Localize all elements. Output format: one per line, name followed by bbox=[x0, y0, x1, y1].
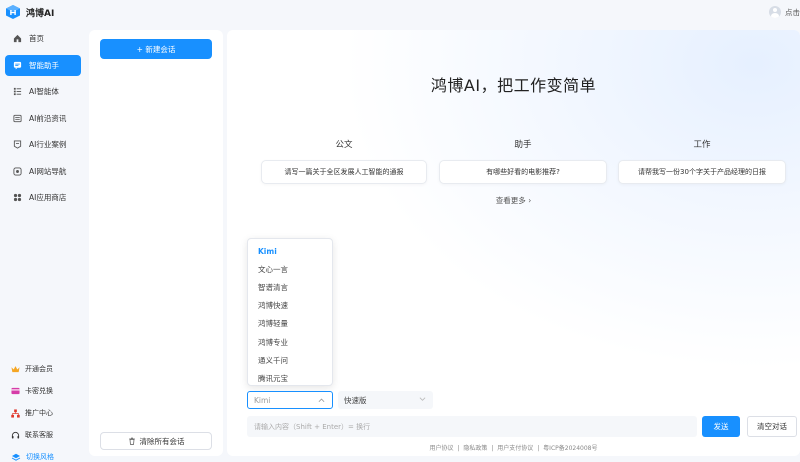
chevron-up-icon bbox=[318, 398, 325, 403]
model-dropdown: Kimi 文心一言 智谱清言 鸿博快速 鸿博轻量 鸿博专业 通义千问 腾讯元宝 bbox=[247, 238, 333, 386]
nav-item-store[interactable]: AI应用商店 bbox=[5, 187, 81, 208]
footer-link-terms[interactable]: 用户协议 bbox=[430, 445, 454, 452]
bottom-item-label: 切换风格 bbox=[26, 453, 54, 461]
nav-item-agents[interactable]: AI智能体 bbox=[5, 81, 81, 102]
user-login[interactable]: 点击 bbox=[769, 6, 800, 18]
model-select[interactable]: Kimi bbox=[247, 391, 333, 409]
chat-icon bbox=[13, 61, 22, 70]
category-title-document: 公文 bbox=[335, 140, 353, 150]
category-title-assistant: 助手 bbox=[514, 140, 532, 150]
nav-item-label: AI网站导航 bbox=[29, 166, 67, 176]
view-more-label: 查看更多 bbox=[495, 196, 526, 205]
version-select[interactable]: 快速版 bbox=[338, 391, 433, 409]
main-nav: 首页 智能助手 AI智能体 AI前沿资讯 AI行业案例 AI网站导航 AI应用商… bbox=[5, 28, 81, 214]
user-login-label: 点击 bbox=[785, 7, 800, 17]
nav-item-home[interactable]: 首页 bbox=[5, 28, 81, 49]
bottom-item-label: 卡密兑换 bbox=[25, 387, 53, 395]
model-option[interactable]: 智谱清言 bbox=[248, 278, 332, 296]
org-chart-icon bbox=[11, 408, 20, 418]
bottom-item-label: 联系客服 bbox=[25, 431, 53, 439]
nav-item-label: AI应用商店 bbox=[29, 193, 67, 202]
promotion-link[interactable]: 推广中心 bbox=[11, 402, 83, 424]
footer: 用户协议 | 隐私政策 | 用户支付协议 | 粤ICP备2024008号 bbox=[429, 445, 598, 452]
clear-all-conversations-button[interactable]: 清除所有会话 bbox=[100, 432, 212, 450]
compass-icon bbox=[13, 166, 22, 176]
logo[interactable]: 鸿博AI bbox=[6, 5, 54, 19]
nav-item-label: AI前沿资讯 bbox=[29, 113, 67, 123]
bottom-item-label: 推广中心 bbox=[25, 409, 53, 417]
list-icon bbox=[13, 87, 22, 96]
prompt-card-assistant[interactable]: 有哪些好看的电影推荐? bbox=[439, 160, 607, 184]
send-button[interactable]: 发送 bbox=[702, 416, 740, 437]
card-icon bbox=[11, 387, 20, 395]
footer-link-privacy[interactable]: 隐私政策 bbox=[463, 445, 487, 452]
model-option[interactable]: 鸿博专业 bbox=[248, 333, 332, 351]
case-icon bbox=[13, 140, 22, 149]
chat-input[interactable]: 请输入内容（Shift + Enter）= 换行 bbox=[247, 416, 697, 437]
home-icon bbox=[13, 34, 22, 43]
sidebar: 鸿博AI 首页 智能助手 AI智能体 AI前沿资讯 AI行业案例 AI网站导航 … bbox=[0, 0, 86, 462]
model-option[interactable]: 鸿博快速 bbox=[248, 297, 332, 315]
switch-style-link[interactable]: 切换风格 bbox=[11, 446, 83, 462]
membership-link[interactable]: 开通会员 bbox=[11, 358, 83, 380]
main-panel: 鸿博AI，把工作变简单 公文 助手 工作 请写一篇关于全区发展人工智能的通报 有… bbox=[227, 30, 800, 456]
prompt-card-document[interactable]: 请写一篇关于全区发展人工智能的通报 bbox=[261, 160, 427, 184]
model-option[interactable]: 腾讯元宝 bbox=[248, 369, 332, 387]
redeem-link[interactable]: 卡密兑换 bbox=[11, 380, 83, 402]
nav-item-news[interactable]: AI前沿资讯 bbox=[5, 108, 81, 129]
nav-item-label: 首页 bbox=[29, 34, 44, 43]
logo-text: 鸿博AI bbox=[26, 8, 55, 19]
chat-input-placeholder: 请输入内容（Shift + Enter）= 换行 bbox=[254, 422, 371, 431]
prompt-card-work[interactable]: 请帮我写一份30个字关于产品经理的日报 bbox=[618, 160, 786, 184]
footer-link-payment[interactable]: 用户支付协议 bbox=[497, 445, 533, 452]
chevron-down-icon bbox=[419, 397, 426, 401]
logo-icon bbox=[6, 5, 20, 19]
palette-icon bbox=[11, 453, 21, 461]
conversation-panel: + 新建会话 清除所有会话 bbox=[89, 30, 223, 456]
new-chat-button[interactable]: + 新建会话 bbox=[100, 39, 212, 59]
view-more-link[interactable]: 查看更多 › bbox=[227, 195, 800, 206]
nav-item-label: AI行业案例 bbox=[29, 140, 67, 149]
model-option[interactable]: Kimi bbox=[248, 242, 332, 260]
page-title: 鸿博AI，把工作变简单 bbox=[430, 76, 597, 95]
nav-item-label: 智能助手 bbox=[29, 60, 59, 70]
news-icon bbox=[13, 114, 22, 123]
chevron-right-icon: › bbox=[528, 196, 532, 205]
footer-icp[interactable]: 粤ICP备2024008号 bbox=[543, 445, 597, 452]
nav-item-assistant[interactable]: 智能助手 bbox=[5, 54, 81, 76]
version-select-value: 快速版 bbox=[344, 395, 367, 405]
model-option[interactable]: 鸿博轻量 bbox=[248, 315, 332, 333]
clear-chat-button[interactable]: 清空对话 bbox=[747, 416, 797, 437]
avatar bbox=[769, 6, 781, 18]
category-title-work: 工作 bbox=[693, 140, 711, 150]
model-option[interactable]: 文心一言 bbox=[248, 260, 332, 278]
nav-item-label: AI智能体 bbox=[29, 87, 59, 96]
nav-item-sites[interactable]: AI网站导航 bbox=[5, 161, 81, 182]
support-link[interactable]: 联系客服 bbox=[11, 424, 83, 446]
model-select-value: Kimi bbox=[254, 395, 271, 405]
crown-icon bbox=[11, 366, 20, 373]
bottom-links: 开通会员 卡密兑换 推广中心 联系客服 切换风格 bbox=[11, 358, 83, 462]
nav-item-cases[interactable]: AI行业案例 bbox=[5, 134, 81, 155]
bottom-item-label: 开通会员 bbox=[25, 365, 53, 373]
apps-icon bbox=[13, 193, 22, 202]
model-option[interactable]: 通义千问 bbox=[248, 351, 332, 369]
trash-icon bbox=[128, 437, 135, 445]
headset-icon bbox=[11, 431, 20, 438]
clear-all-label: 清除所有会话 bbox=[139, 436, 185, 446]
